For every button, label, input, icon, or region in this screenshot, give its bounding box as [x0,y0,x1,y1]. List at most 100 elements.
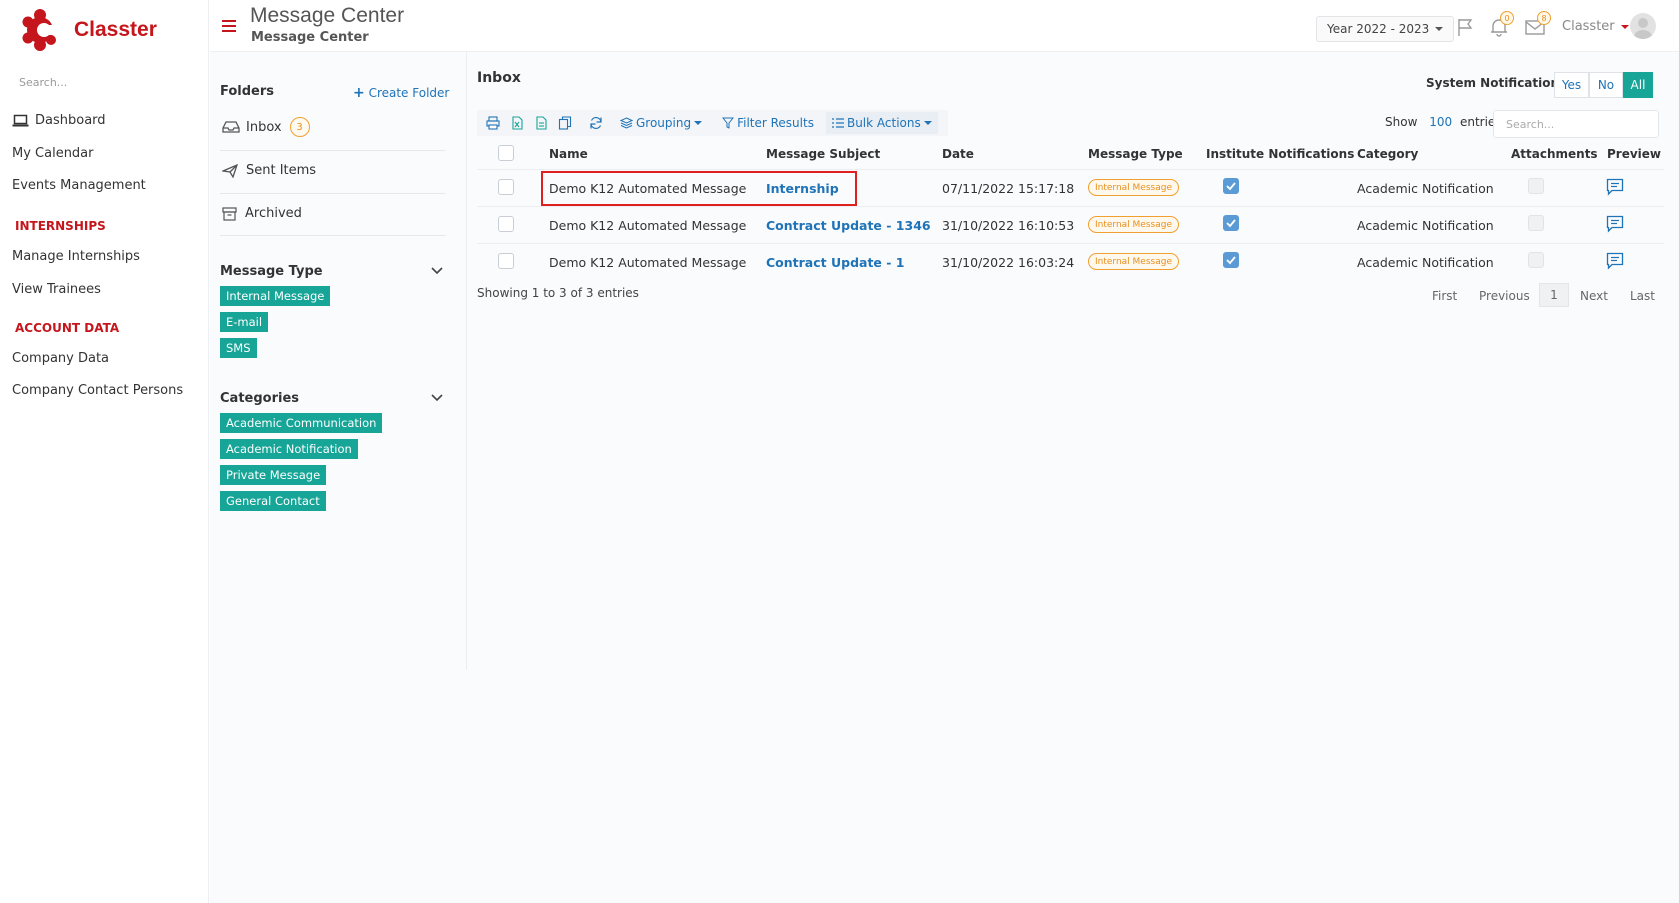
message-subject-link[interactable]: Contract Update - 1346 [766,218,931,233]
user-menu[interactable]: Classter [1562,19,1629,34]
categories-title: Categories [220,391,300,406]
highlight-box [541,171,857,206]
column-header-message-subject[interactable]: Message Subject [766,147,880,161]
messages-count-badge: 8 [1537,11,1551,25]
preview-message-icon[interactable] [1606,215,1624,233]
sidebar-item-label: Company Contact Persons [12,383,184,398]
column-header-message-type[interactable]: Message Type [1088,147,1183,161]
column-header-date[interactable]: Date [942,147,974,161]
message-category: Academic Notification [1357,218,1494,233]
avatar[interactable] [1630,13,1656,39]
system-notifications-all[interactable]: All [1623,72,1653,98]
pagination-first[interactable]: First [1432,289,1457,303]
column-header-institute-notifications[interactable]: Institute Notifications [1206,147,1354,161]
table-search-input[interactable] [1493,110,1659,138]
message-type-badge: Internal Message [1088,179,1179,196]
bulk-actions-label: Bulk Actions [846,116,921,130]
year-select[interactable]: Year 2022 - 2023 [1316,16,1455,42]
grouping-button[interactable]: Grouping [620,116,703,130]
tag-e-mail[interactable]: E-mail [220,312,269,332]
menu-toggle-icon[interactable] [222,20,236,32]
show-entries-control: Show 100 entries [1385,115,1502,129]
row-checkbox[interactable] [498,179,514,195]
attachments-checkbox [1528,215,1544,231]
pagination-current-page[interactable]: 1 [1539,283,1569,307]
institute-notification-checkbox [1223,252,1239,268]
sidebar-item-my-calendar[interactable]: My Calendar [12,146,94,161]
show-label: Show [1385,115,1418,129]
plus-icon: + [353,85,365,101]
chevron-down-icon[interactable] [431,393,443,403]
preview-message-icon[interactable] [1606,178,1624,196]
chevron-down-icon [694,121,703,125]
sidebar-heading-internships: INTERNSHIPS [15,219,106,233]
message-category: Academic Notification [1357,181,1494,196]
flag-icon[interactable] [1455,16,1477,38]
sidebar-search-input[interactable] [19,76,189,89]
excel-file-icon[interactable] [510,116,524,130]
tag-general-contact[interactable]: General Contact [220,491,326,511]
select-all-checkbox[interactable] [498,145,514,161]
folder-label: Inbox [246,119,282,135]
pagination-next[interactable]: Next [1580,289,1608,303]
attachments-checkbox [1528,252,1544,268]
page-length-select[interactable]: 100 [1429,115,1452,129]
brand-logo[interactable]: Classter [20,8,157,52]
chevron-down-icon [1435,27,1444,31]
inbox-count-badge: 3 [289,117,310,137]
tag-academic-notification[interactable]: Academic Notification [220,439,358,459]
tag-private-message[interactable]: Private Message [220,465,327,485]
filter-results-button[interactable]: Filter Results [722,116,814,130]
column-header-attachments[interactable]: Attachments [1511,147,1598,161]
sidebar-item-view-trainees[interactable]: View Trainees [12,282,101,297]
print-icon[interactable] [486,116,500,130]
chevron-down-icon[interactable] [431,266,443,276]
paper-plane-icon [222,163,238,178]
sidebar-item-company-data[interactable]: Company Data [12,351,109,366]
list-icon [831,118,844,128]
institute-notification-checkbox [1223,178,1239,194]
folder-inbox[interactable]: Inbox 3 [222,117,446,137]
sidebar-item-company-contact-persons[interactable]: Company Contact Persons [12,383,183,398]
folder-sent-items[interactable]: Sent Items [222,163,446,178]
copy-icon[interactable] [558,116,572,130]
system-notifications-no[interactable]: No [1589,72,1623,98]
folder-label: Archived [245,206,302,221]
pagination-last[interactable]: Last [1630,289,1655,303]
sidebar-heading-account-data: ACCOUNT DATA [15,321,120,335]
folders-panel [210,52,467,670]
folders-title: Folders [220,84,275,99]
column-header-preview[interactable]: Preview [1607,147,1661,161]
divider [220,193,446,194]
folder-label: Sent Items [246,163,317,178]
tag-sms[interactable]: SMS [220,338,257,358]
bulk-actions-button[interactable]: Bulk Actions [825,112,938,134]
csv-file-icon[interactable] [534,116,548,130]
tag-academic-communication[interactable]: Academic Communication [220,413,383,433]
sidebar-item-manage-internships[interactable]: Manage Internships [12,249,140,264]
message-name: Demo K12 Automated Message [549,255,747,270]
preview-message-icon[interactable] [1606,252,1624,270]
divider [220,150,446,151]
brand-name: Classter [74,18,157,41]
message-name: Demo K12 Automated Message [549,218,747,233]
tag-internal-message[interactable]: Internal Message [220,286,331,306]
row-checkbox[interactable] [498,216,514,232]
message-date: 31/10/2022 16:10:53 [942,218,1075,233]
create-folder-button[interactable]: + Create Folder [353,85,449,101]
archive-box-icon [222,206,237,221]
sidebar-item-dashboard[interactable]: Dashboard [12,113,106,128]
refresh-icon[interactable] [589,116,603,130]
column-header-category[interactable]: Category [1357,147,1418,161]
row-checkbox[interactable] [498,253,514,269]
pagination-previous[interactable]: Previous [1479,289,1530,303]
column-header-name[interactable]: Name [549,147,588,161]
message-subject-link[interactable]: Contract Update - 1 [766,255,905,270]
sidebar-item-events-management[interactable]: Events Management [12,178,146,193]
folder-archived[interactable]: Archived [222,206,446,221]
sidebar-item-label: View Trainees [12,282,101,297]
system-notifications-yes[interactable]: Yes [1554,72,1589,98]
inbox-tray-icon [222,121,240,133]
user-avatar-icon [1634,18,1652,39]
year-select-value: Year 2022 - 2023 [1327,22,1430,36]
